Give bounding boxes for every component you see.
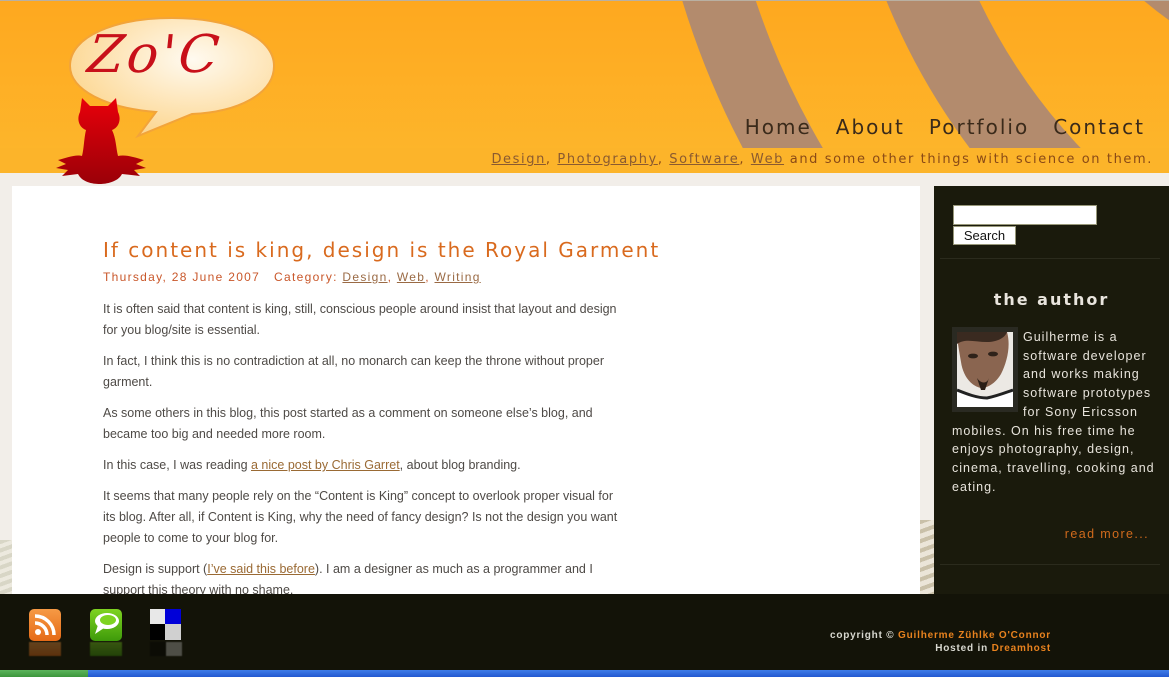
start-button[interactable] bbox=[0, 670, 88, 677]
nav-contact[interactable]: Contact bbox=[1053, 115, 1145, 139]
search-input[interactable] bbox=[953, 205, 1097, 225]
post-meta: Thursday, 28 June 2007 Category: Design,… bbox=[103, 270, 481, 284]
os-taskbar bbox=[0, 670, 1169, 677]
delicious-icon-reflection bbox=[150, 642, 182, 656]
sidebar: Search the author Guilherme is a softwar… bbox=[934, 186, 1169, 596]
text: In this case, I was reading bbox=[103, 458, 251, 472]
tagline-sep: , bbox=[545, 152, 558, 167]
copyright-prefix: copyright © bbox=[829, 630, 899, 641]
tagline-sep: , bbox=[657, 152, 670, 167]
nav-about[interactable]: About bbox=[836, 115, 905, 139]
left-decoration bbox=[0, 540, 12, 596]
tagline-suffix: and some other things with science on th… bbox=[784, 152, 1153, 167]
tagline: Design, Photography, Software, Web and s… bbox=[491, 152, 1153, 167]
tagline-link-web[interactable]: Web bbox=[751, 152, 784, 167]
tagline-sep: , bbox=[739, 152, 751, 167]
blog-post: If content is king, design is the Royal … bbox=[103, 238, 658, 596]
category-label: Category: bbox=[274, 270, 338, 284]
right-decoration bbox=[920, 520, 934, 596]
text: Design is support ( bbox=[103, 562, 208, 576]
post-paragraph: Design is support (I’ve said this before… bbox=[103, 559, 623, 596]
author-bio: Guilherme is a software developer and wo… bbox=[952, 328, 1158, 496]
nav-home[interactable]: Home bbox=[745, 115, 812, 139]
category-link-writing[interactable]: Writing bbox=[435, 270, 481, 284]
post-date: Thursday, 28 June 2007 bbox=[103, 270, 261, 284]
hosted-line: Hosted in Dreamhost bbox=[830, 642, 1051, 655]
dreamhost-link[interactable]: Dreamhost bbox=[992, 643, 1051, 654]
chris-garret-link[interactable]: a nice post by Chris Garret bbox=[251, 458, 400, 472]
copyright-block: copyright © Guilherme Zühlke O'Connor Ho… bbox=[830, 629, 1051, 655]
tagline-link-photography[interactable]: Photography bbox=[557, 152, 657, 167]
main-nav: Home About Portfolio Contact bbox=[745, 115, 1145, 139]
post-paragraph: It seems that many people rely on the “C… bbox=[103, 489, 618, 545]
post-body: It is often said that content is king, s… bbox=[103, 299, 623, 596]
delicious-icon[interactable] bbox=[150, 609, 181, 640]
category-link-design[interactable]: Design bbox=[342, 270, 387, 284]
technorati-icon[interactable] bbox=[90, 609, 122, 641]
rss-icon[interactable] bbox=[29, 609, 61, 641]
sidebar-divider bbox=[940, 258, 1160, 259]
post-paragraph: As some others in this blog, this post s… bbox=[103, 406, 593, 441]
author-name-link[interactable]: Guilherme Zühlke O'Connor bbox=[898, 630, 1051, 641]
photo-spacer bbox=[952, 328, 1023, 411]
technorati-icon-reflection bbox=[90, 642, 122, 656]
page: Home About Portfolio Contact Design, Pho… bbox=[0, 0, 1169, 677]
read-more-link[interactable]: read more... bbox=[1065, 527, 1149, 541]
logo-text[interactable]: Zo'C bbox=[85, 25, 225, 85]
said-this-before-link[interactable]: I’ve said this before bbox=[207, 562, 315, 576]
post-paragraph: In fact, I think this is no contradictio… bbox=[103, 354, 604, 389]
post-paragraph: It is often said that content is king, s… bbox=[103, 302, 617, 337]
rss-icon-reflection bbox=[29, 642, 61, 656]
sidebar-divider bbox=[940, 564, 1160, 565]
post-title[interactable]: If content is king, design is the Royal … bbox=[103, 238, 658, 262]
tagline-link-software[interactable]: Software bbox=[669, 152, 739, 167]
main-content: If content is king, design is the Royal … bbox=[12, 186, 920, 596]
post-paragraph: In this case, I was reading a nice post … bbox=[103, 455, 623, 476]
hosted-prefix: Hosted in bbox=[935, 643, 992, 654]
nav-portfolio[interactable]: Portfolio bbox=[929, 115, 1029, 139]
category-link-web[interactable]: Web bbox=[397, 270, 425, 284]
site-footer: copyright © Guilherme Zühlke O'Connor Ho… bbox=[0, 594, 1169, 670]
search-button[interactable]: Search bbox=[953, 226, 1016, 245]
copyright-line: copyright © Guilherme Zühlke O'Connor bbox=[830, 629, 1051, 642]
text: , about blog branding. bbox=[399, 458, 521, 472]
tagline-link-design[interactable]: Design bbox=[491, 152, 545, 167]
author-heading: the author bbox=[993, 290, 1110, 309]
